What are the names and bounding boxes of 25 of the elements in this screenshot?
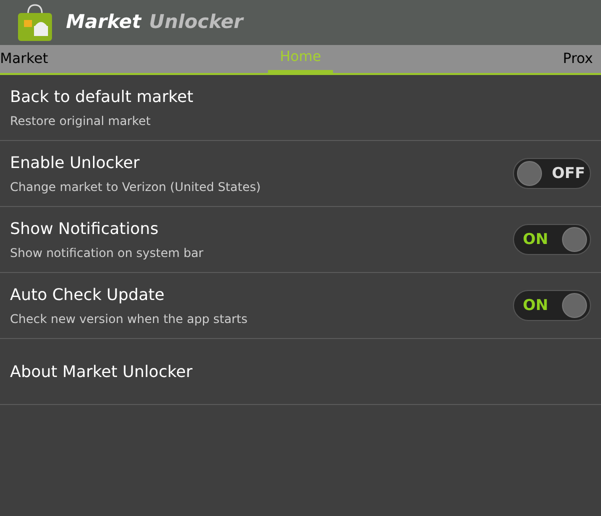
setting-summary: Show notification on system bar bbox=[10, 245, 204, 262]
switch-thumb bbox=[562, 227, 587, 252]
shopping-bag-icon bbox=[16, 4, 54, 42]
switch-thumb bbox=[517, 161, 542, 186]
toggle-switch[interactable]: ON bbox=[513, 290, 591, 321]
app-title: Unlocker bbox=[149, 10, 244, 36]
tab[interactable]: Prox bbox=[550, 45, 601, 73]
setting-summary: Restore original market bbox=[10, 113, 152, 130]
tab[interactable]: Market bbox=[0, 45, 60, 73]
setting-title: About Market Unlocker bbox=[10, 360, 192, 382]
settings-row[interactable]: About Market Unlocker bbox=[0, 339, 601, 405]
setting-title: Auto Check Update bbox=[10, 284, 166, 306]
settings-row[interactable]: Back to default market Restore original market bbox=[0, 75, 601, 141]
settings-row[interactable]: Show Notifications Show notification on system bar ON bbox=[0, 207, 601, 273]
app-title: Market bbox=[66, 10, 142, 36]
setting-title: Show Notifications bbox=[10, 218, 160, 240]
switch-thumb bbox=[562, 293, 587, 318]
toggle-switch[interactable]: ON bbox=[513, 224, 591, 255]
setting-title: Enable Unlocker bbox=[10, 152, 141, 174]
settings-row[interactable]: Auto Check Update Check new version when the app starts ON bbox=[0, 273, 601, 339]
toggle-switch[interactable]: OFF bbox=[513, 158, 591, 189]
setting-summary: Check new version when the app starts bbox=[10, 311, 248, 328]
settings-row[interactable]: Enable Unlocker Change market to Verizon (United States) OFF bbox=[0, 141, 601, 207]
setting-title: Back to default market bbox=[10, 86, 194, 108]
setting-summary: Change market to Verizon (United States) bbox=[10, 179, 261, 196]
